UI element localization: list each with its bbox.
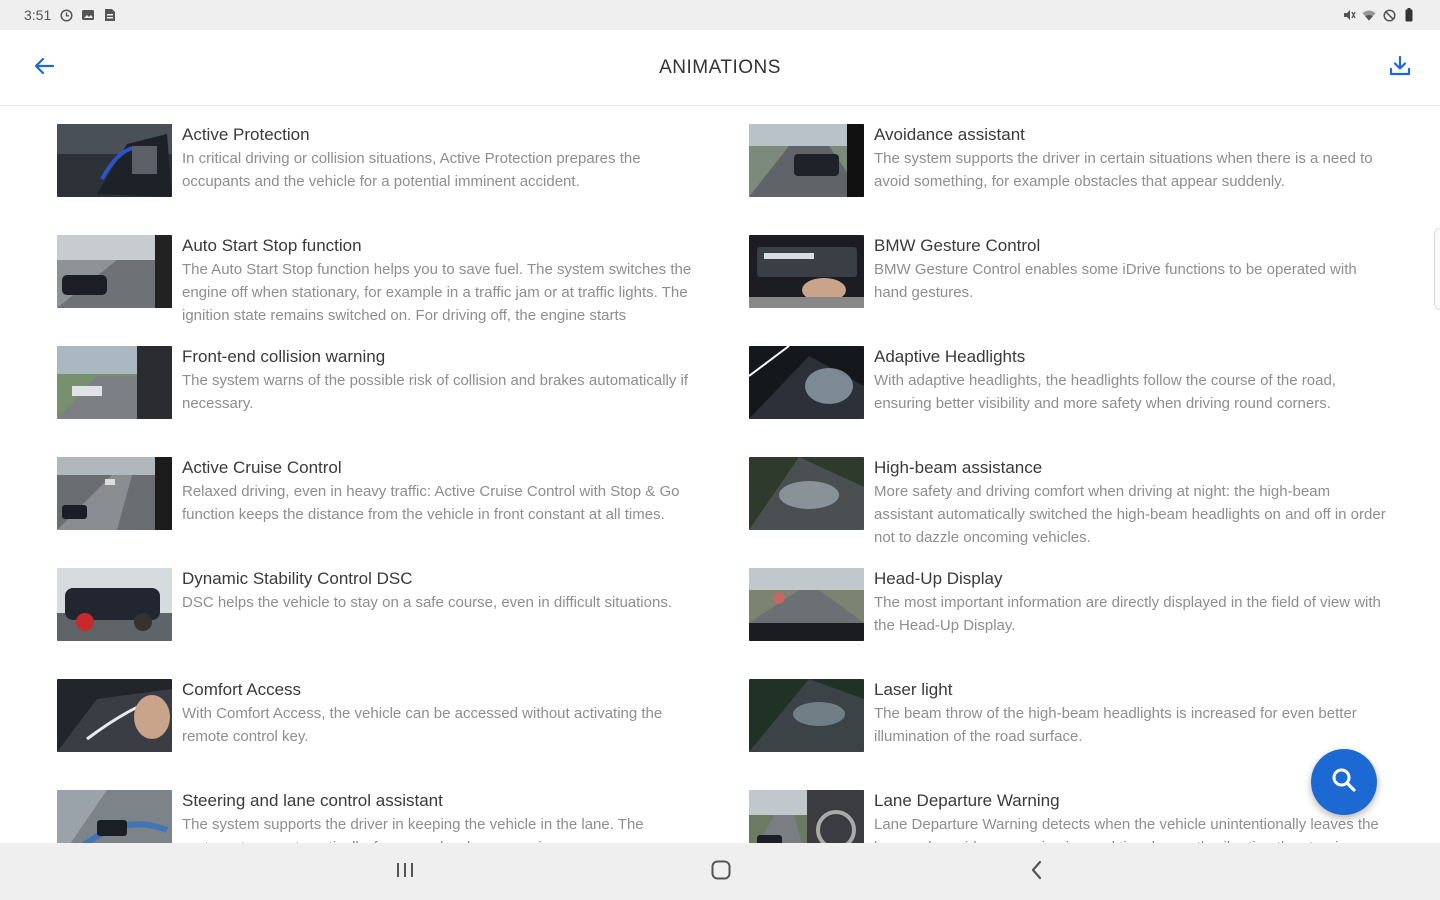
app-bar: ANIMATIONS — [0, 30, 1440, 106]
animation-title: Active Protection — [182, 125, 310, 144]
edge-panel-handle[interactable] — [1434, 228, 1440, 310]
animations-list: Active Protection In critical driving or … — [0, 107, 1440, 843]
animation-list-item[interactable]: Head-Up Display The most important inform… — [749, 551, 1440, 662]
animation-description: The beam throw of the high-beam headligh… — [874, 705, 1357, 745]
animation-text: Steering and lane control assistant The s… — [182, 790, 694, 843]
animation-description: With Comfort Access, the vehicle can be … — [182, 705, 663, 745]
animation-list-item[interactable]: Front-end collision warning The system wa… — [57, 329, 749, 440]
animation-text: Front-end collision warning The system wa… — [182, 346, 694, 415]
alarm-icon — [59, 8, 73, 22]
animation-text: Comfort Access With Comfort Access, the v… — [182, 679, 694, 748]
search-button[interactable] — [1311, 749, 1377, 815]
animation-description: DSC helps the vehicle to stay on a safe … — [182, 594, 672, 611]
system-nav-bar — [0, 843, 1440, 900]
search-icon — [1329, 765, 1359, 800]
animation-thumbnail — [749, 568, 864, 641]
back-button[interactable] — [28, 52, 60, 84]
status-bar: 3:51 — [0, 0, 1440, 30]
animation-description: The system warns of the possible risk of… — [182, 372, 689, 412]
animation-title: Front-end collision warning — [182, 347, 386, 366]
animation-title: Lane Departure Warning — [874, 791, 1060, 810]
animation-text: Adaptive Headlights With adaptive headlig… — [874, 346, 1386, 415]
animation-title: Active Cruise Control — [182, 458, 342, 477]
animation-title: Head-Up Display — [874, 569, 1003, 588]
animation-thumbnail — [57, 457, 172, 530]
animation-title: Steering and lane control assistant — [182, 791, 443, 810]
animation-thumbnail — [57, 124, 172, 197]
animation-list-item[interactable]: Active Protection In critical driving or … — [57, 107, 749, 218]
home-icon — [710, 859, 732, 886]
animation-list-item[interactable]: Comfort Access With Comfort Access, the v… — [57, 662, 749, 773]
animation-description: With adaptive headlights, the headlights… — [874, 372, 1336, 412]
animation-title: Laser light — [874, 680, 953, 699]
animation-thumbnail — [749, 457, 864, 530]
download-button[interactable] — [1384, 52, 1416, 84]
animation-thumbnail — [749, 124, 864, 197]
wifi-icon — [1362, 8, 1376, 22]
status-time: 3:51 — [24, 7, 52, 23]
animation-text: Avoidance assistant The system supports t… — [874, 124, 1386, 193]
animation-thumbnail — [57, 679, 172, 752]
animation-description: The system supports the driver in keepin… — [182, 816, 644, 843]
animation-text: Head-Up Display The most important inform… — [874, 568, 1386, 637]
nav-back-button[interactable] — [1022, 857, 1052, 887]
animation-thumbnail — [57, 346, 172, 419]
animation-list-item[interactable]: Active Cruise Control Relaxed driving, ev… — [57, 440, 749, 551]
animation-description: The Auto Start Stop function helps you t… — [182, 261, 692, 324]
animation-text: BMW Gesture Control BMW Gesture Control e… — [874, 235, 1386, 304]
animation-text: Auto Start Stop function The Auto Start S… — [182, 235, 694, 327]
battery-icon — [1402, 8, 1416, 22]
animation-title: High-beam assistance — [874, 458, 1043, 477]
animation-thumbnail — [57, 790, 172, 843]
animation-text: Lane Departure Warning Lane Departure War… — [874, 790, 1386, 843]
animation-thumbnail — [749, 679, 864, 752]
home-button[interactable] — [706, 857, 736, 887]
animation-list-item[interactable]: Steering and lane control assistant The s… — [57, 773, 749, 843]
dnd-icon — [1382, 8, 1396, 22]
animation-text: High-beam assistance More safety and driv… — [874, 457, 1386, 549]
animation-text: Laser light The beam throw of the high-be… — [874, 679, 1386, 748]
animation-title: Comfort Access — [182, 680, 302, 699]
animation-description: Lane Departure Warning detects when the … — [874, 816, 1379, 843]
animation-thumbnail — [57, 235, 172, 308]
animation-title: Avoidance assistant — [874, 125, 1025, 144]
animation-title: Dynamic Stability Control DSC — [182, 569, 413, 588]
animation-list-item[interactable]: BMW Gesture Control BMW Gesture Control e… — [749, 218, 1440, 329]
animation-list-item[interactable]: High-beam assistance More safety and driv… — [749, 440, 1440, 551]
animation-title: Adaptive Headlights — [874, 347, 1026, 366]
animation-list-item[interactable]: Dynamic Stability Control DSC DSC helps t… — [57, 551, 749, 662]
animation-thumbnail — [749, 346, 864, 419]
recents-icon — [394, 861, 416, 884]
arrow-left-icon — [33, 55, 55, 82]
animation-thumbnail — [749, 235, 864, 308]
animation-list-item[interactable]: Avoidance assistant The system supports t… — [749, 107, 1440, 218]
animation-list-item[interactable]: Adaptive Headlights With adaptive headlig… — [749, 329, 1440, 440]
recents-button[interactable] — [390, 857, 420, 887]
animation-description: The most important information are direc… — [874, 594, 1381, 634]
animation-description: The system supports the driver in certai… — [874, 150, 1373, 190]
animation-title: Auto Start Stop function — [182, 236, 362, 255]
animation-thumbnail — [749, 790, 864, 843]
mute-icon — [1342, 8, 1356, 22]
image-icon — [81, 8, 95, 22]
animation-list-item[interactable]: Auto Start Stop function The Auto Start S… — [57, 218, 749, 329]
download-icon — [1388, 54, 1412, 83]
page-title: ANIMATIONS — [659, 56, 781, 78]
animation-text: Active Protection In critical driving or … — [182, 124, 694, 193]
animation-description: More safety and driving comfort when dri… — [874, 483, 1386, 546]
animation-text: Active Cruise Control Relaxed driving, ev… — [182, 457, 694, 526]
nav-back-icon — [1029, 859, 1045, 886]
file-icon — [103, 8, 117, 22]
animation-description: In critical driving or collision situati… — [182, 150, 641, 190]
animation-description: BMW Gesture Control enables some iDrive … — [874, 261, 1357, 301]
animation-thumbnail — [57, 568, 172, 641]
animation-text: Dynamic Stability Control DSC DSC helps t… — [182, 568, 694, 614]
animation-description: Relaxed driving, even in heavy traffic: … — [182, 483, 680, 523]
animation-title: BMW Gesture Control — [874, 236, 1041, 255]
